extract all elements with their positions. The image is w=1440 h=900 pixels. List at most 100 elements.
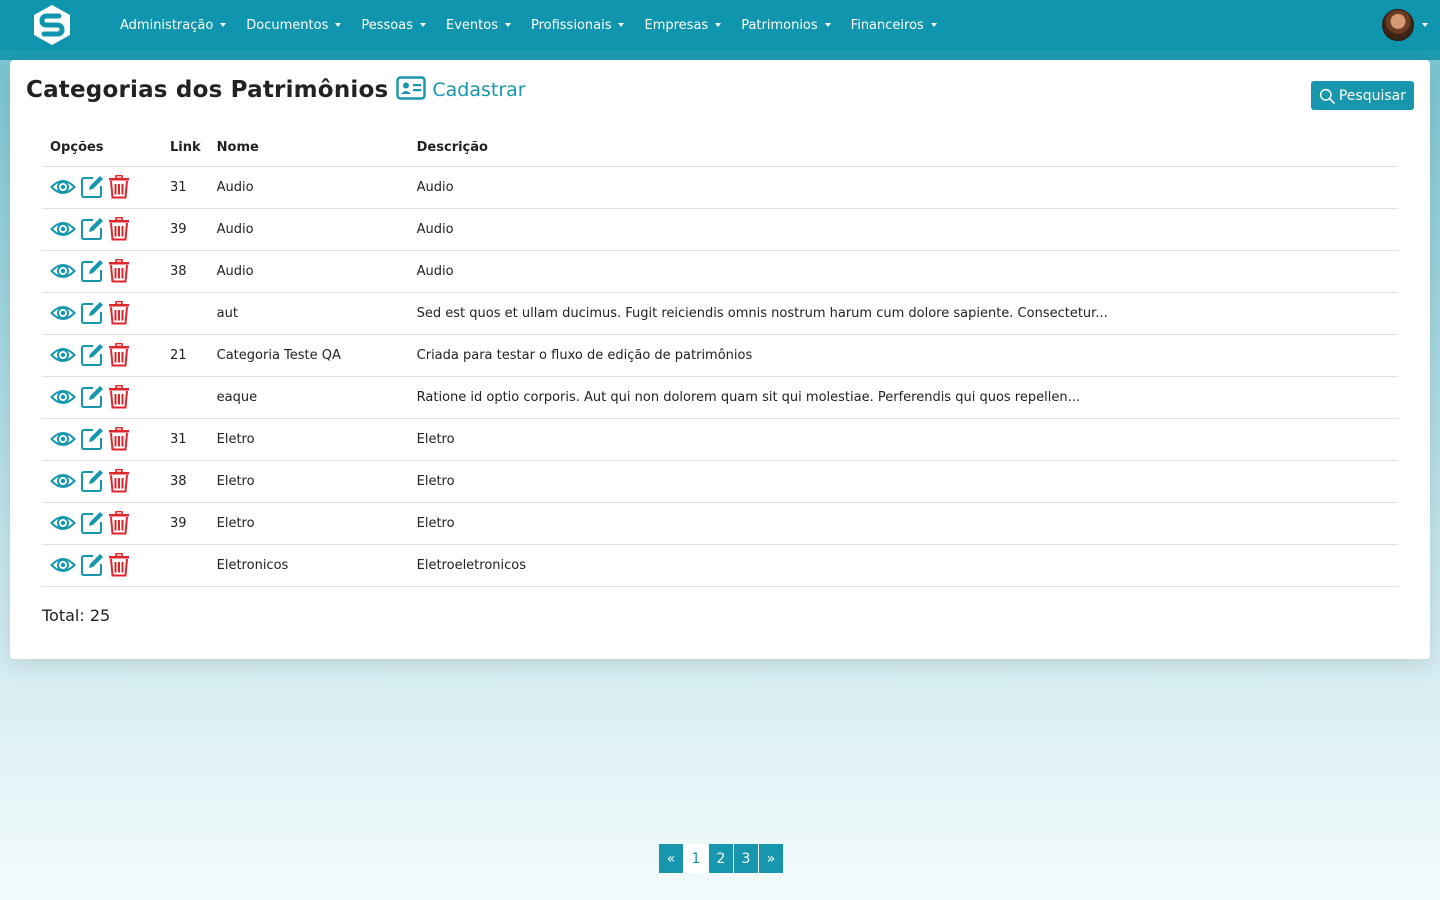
- search-button[interactable]: Pesquisar: [1310, 81, 1414, 110]
- edit-icon[interactable]: [80, 217, 104, 241]
- delete-icon[interactable]: [108, 343, 130, 367]
- caret-down-icon: [824, 23, 831, 27]
- cell-name: aut: [208, 292, 409, 335]
- table-row: aut Sed est quos et ullam ducimus. Fugit …: [42, 292, 1398, 335]
- view-icon[interactable]: [50, 470, 76, 492]
- top-navbar: Administração Documentos Pessoas Eventos Pro…: [0, 0, 1440, 50]
- search-icon: [1319, 88, 1335, 104]
- delete-icon[interactable]: [108, 301, 130, 325]
- page-title: Categorias dos Patrimônios: [26, 77, 389, 103]
- caret-down-icon: [504, 23, 511, 27]
- total-count: Total: 25: [42, 606, 111, 625]
- pagination-page-1[interactable]: 1: [684, 844, 708, 873]
- cell-description: Criada para testar o fluxo de edição de …: [408, 334, 1398, 377]
- view-icon[interactable]: [50, 554, 76, 576]
- cell-description: Eletro: [408, 460, 1398, 503]
- table-row: eaque Ratione id optio corporis. Aut qui …: [42, 376, 1398, 419]
- edit-icon[interactable]: [80, 511, 104, 535]
- view-icon[interactable]: [50, 428, 76, 450]
- delete-icon[interactable]: [108, 175, 130, 199]
- cell-link: 21: [162, 334, 209, 377]
- caret-down-icon: [715, 23, 722, 27]
- pagination-page-3[interactable]: 3: [734, 844, 758, 873]
- delete-icon[interactable]: [108, 511, 130, 535]
- nav-item-profissionais[interactable]: Profissionais: [521, 18, 635, 33]
- view-icon[interactable]: [50, 344, 76, 366]
- view-icon[interactable]: [50, 218, 76, 240]
- header-options: Opções: [42, 130, 162, 167]
- table-row: 39 Audio Audio: [42, 208, 1398, 251]
- edit-icon[interactable]: [80, 301, 104, 325]
- row-options: [42, 544, 162, 587]
- cell-name: Eletronicos: [208, 544, 409, 587]
- main-menu: Administração Documentos Pessoas Eventos Pro…: [110, 0, 947, 50]
- edit-icon[interactable]: [80, 385, 104, 409]
- pagination-page-2[interactable]: 2: [709, 844, 733, 873]
- view-icon[interactable]: [50, 386, 76, 408]
- header-link: Link: [162, 130, 209, 167]
- row-options: [42, 208, 162, 251]
- categories-table: Opções Link Nome Descrição 31 Audio Audio 3…: [42, 130, 1398, 587]
- delete-icon[interactable]: [108, 259, 130, 283]
- cell-name: eaque: [208, 376, 409, 419]
- delete-icon[interactable]: [108, 553, 130, 577]
- delete-icon[interactable]: [108, 385, 130, 409]
- row-options: [42, 334, 162, 377]
- header-description: Descrição: [408, 130, 1398, 167]
- row-options: [42, 250, 162, 293]
- content-card: Categorias dos Patrimônios Cadastrar Pes…: [10, 60, 1430, 659]
- edit-icon[interactable]: [80, 553, 104, 577]
- cell-link: [162, 292, 209, 335]
- pagination-next-button[interactable]: »: [759, 844, 783, 873]
- cell-description: Audio: [408, 250, 1398, 293]
- edit-icon[interactable]: [80, 259, 104, 283]
- table-row: 38 Eletro Eletro: [42, 460, 1398, 503]
- edit-icon[interactable]: [80, 175, 104, 199]
- delete-icon[interactable]: [108, 469, 130, 493]
- app-logo-icon[interactable]: [30, 3, 74, 47]
- table-row: 38 Audio Audio: [42, 250, 1398, 293]
- nav-item-label: Administração: [120, 17, 214, 33]
- cell-link: 31: [162, 418, 209, 461]
- row-options: [42, 460, 162, 503]
- pagination-prev-button[interactable]: «: [659, 844, 683, 873]
- nav-item-administracao[interactable]: Administração: [110, 18, 236, 33]
- cell-description: Audio: [408, 208, 1398, 251]
- cell-name: Audio: [208, 166, 409, 209]
- nav-item-documentos[interactable]: Documentos: [236, 18, 351, 33]
- cell-link: 38: [162, 460, 209, 503]
- nav-item-label: Profissionais: [530, 17, 612, 33]
- caret-down-icon: [335, 23, 342, 27]
- id-card-icon: [396, 76, 427, 104]
- view-icon[interactable]: [50, 512, 76, 534]
- delete-icon[interactable]: [108, 427, 130, 451]
- table-row: 31 Eletro Eletro: [42, 418, 1398, 461]
- user-avatar[interactable]: [1382, 9, 1414, 41]
- edit-icon[interactable]: [80, 427, 104, 451]
- view-icon[interactable]: [50, 302, 76, 324]
- nav-item-pessoas[interactable]: Pessoas: [351, 18, 436, 33]
- nav-item-label: Financeiros: [850, 17, 924, 33]
- nav-item-eventos[interactable]: Eventos: [436, 18, 521, 33]
- edit-icon[interactable]: [80, 469, 104, 493]
- cell-name: Audio: [208, 208, 409, 251]
- cell-name: Eletro: [208, 502, 409, 545]
- create-button[interactable]: Cadastrar: [396, 76, 526, 104]
- view-icon[interactable]: [50, 176, 76, 198]
- edit-icon[interactable]: [80, 343, 104, 367]
- cell-link: 31: [162, 166, 209, 209]
- nav-item-empresas[interactable]: Empresas: [634, 18, 731, 33]
- cell-link: [162, 376, 209, 419]
- cell-name: Eletro: [208, 460, 409, 503]
- caret-down-icon: [930, 23, 937, 27]
- cell-description: Eletro: [408, 502, 1398, 545]
- view-icon[interactable]: [50, 260, 76, 282]
- nav-item-financeiros[interactable]: Financeiros: [841, 18, 947, 33]
- cell-description: Ratione id optio corporis. Aut qui non d…: [408, 376, 1398, 419]
- user-menu[interactable]: [1382, 9, 1428, 41]
- nav-item-patrimonios[interactable]: Patrimonios: [731, 18, 840, 33]
- table-row: 31 Audio Audio: [42, 166, 1398, 209]
- nav-item-label: Eventos: [446, 17, 498, 33]
- caret-down-icon: [420, 23, 426, 27]
- delete-icon[interactable]: [108, 217, 130, 241]
